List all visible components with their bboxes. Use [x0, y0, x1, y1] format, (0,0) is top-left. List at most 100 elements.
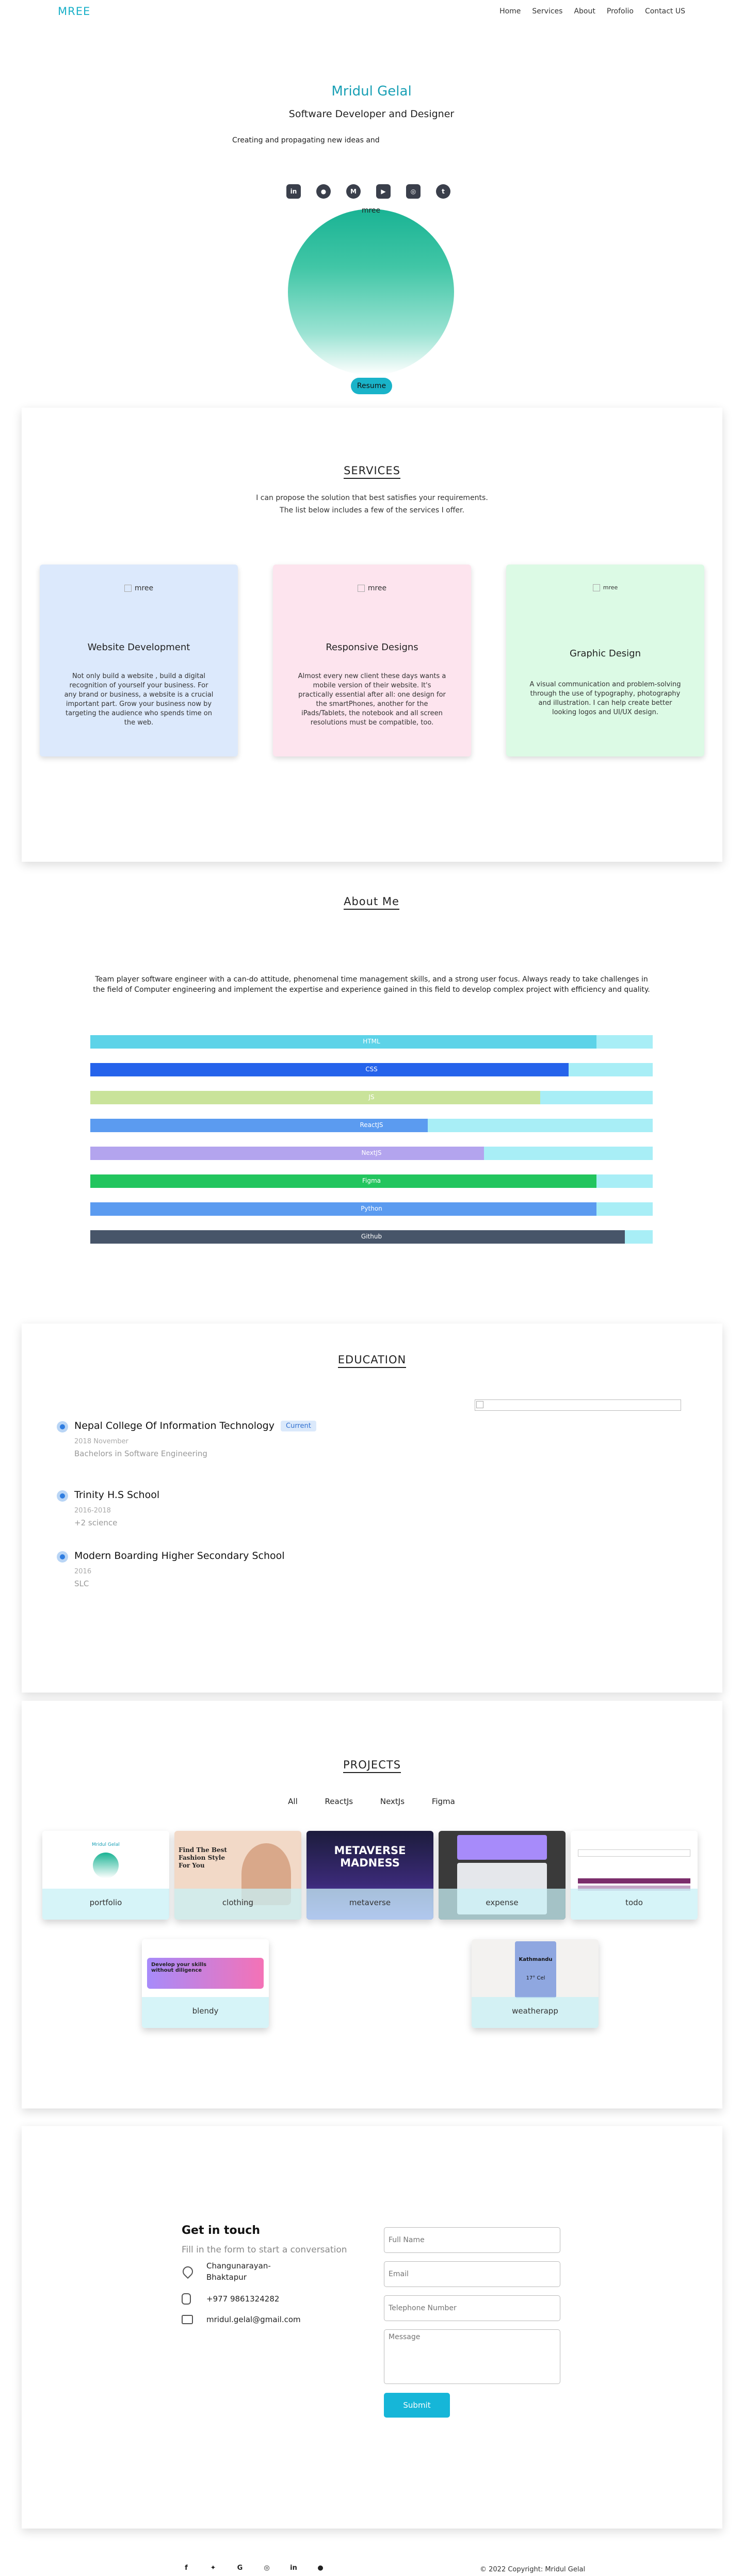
email-field[interactable] — [384, 2261, 560, 2287]
medium-icon[interactable]: M — [346, 184, 361, 199]
skill-bar-fill: CSS — [90, 1063, 569, 1076]
logo[interactable]: MREE — [58, 5, 90, 18]
nav-link-profolio[interactable]: Profolio — [607, 7, 634, 15]
full-name-field[interactable] — [384, 2227, 560, 2253]
nav-link-contact[interactable]: Contact US — [645, 7, 685, 15]
skill-bar-fill: JS — [90, 1091, 540, 1104]
location-pin-icon — [180, 2264, 196, 2279]
shot-avatar — [93, 1853, 119, 1878]
skill-bar-fill: Python — [90, 1202, 596, 1216]
skill-label: JS — [368, 1093, 375, 1101]
top-nav: MREE Home Services About Profolio Contac… — [0, 0, 743, 24]
message-field[interactable] — [384, 2329, 560, 2384]
shot-input — [578, 1849, 690, 1857]
github-icon[interactable]: ● — [316, 184, 331, 199]
service-image: mree — [273, 584, 471, 592]
project-filter-tabs: All ReactJs NextJs Figma — [0, 1797, 743, 1806]
skill-label: HTML — [363, 1038, 380, 1045]
linkedin-icon[interactable]: in — [286, 184, 301, 199]
service-card-web[interactable]: mree Website Development Not only build … — [40, 565, 238, 756]
resume-button[interactable]: Resume — [351, 378, 392, 394]
shot-heading: METAVERSE MADNESS — [334, 1844, 406, 1869]
tab-all[interactable]: All — [288, 1797, 298, 1806]
email-address: mridul.gelal@gmail.com — [206, 2315, 301, 2324]
linkedin-icon[interactable]: in — [289, 2564, 298, 2573]
copyright-name[interactable]: Mridul Gelal — [545, 2566, 585, 2573]
contact-phone: +977 9861324282 — [182, 2293, 336, 2307]
project-card-metaverse[interactable]: METAVERSE MADNESS metaverse — [306, 1831, 433, 1920]
service-card-responsive[interactable]: mree Responsive Designs Almost every new… — [273, 565, 471, 756]
shot-temp: 17° Cel — [526, 1975, 545, 1981]
education-section: EDUCATION — [22, 1324, 722, 1693]
twitter-icon[interactable]: t — [436, 184, 450, 199]
mail-icon — [182, 2315, 193, 2324]
skill-bar: Figma — [90, 1174, 653, 1188]
skill-label: ReactJS — [360, 1121, 383, 1129]
submit-button[interactable]: Submit — [384, 2393, 450, 2418]
projects-title: PROJECTS — [22, 1759, 722, 1773]
timeline-dot-icon — [57, 1421, 68, 1432]
tab-nextjs[interactable]: NextJs — [380, 1797, 405, 1806]
project-card-expense[interactable]: expense — [439, 1831, 566, 1920]
shot-city: Kathmandu — [519, 1957, 553, 1962]
skill-label: CSS — [365, 1066, 378, 1073]
hero-role: Software Developer and Designer — [288, 108, 455, 120]
shot-heading: Find The Best Fashion Style For You — [179, 1846, 227, 1869]
twitter-icon[interactable]: ✦ — [208, 2564, 218, 2573]
instagram-icon[interactable]: ◎ — [406, 184, 421, 199]
services-desc-line2: The list below includes a few of the ser… — [280, 506, 464, 514]
current-badge: Current — [281, 1421, 316, 1431]
hero-name: Mridul Gelal — [331, 84, 412, 99]
service-text: Not only build a website , build a digit… — [64, 672, 214, 727]
nav-link-about[interactable]: About — [574, 7, 595, 15]
services-title: SERVICES — [22, 464, 722, 479]
education-title: EDUCATION — [22, 1354, 722, 1368]
contact-address: Changunarayan- Bhaktapur — [180, 2261, 336, 2286]
education-date: 2018 November — [74, 1438, 128, 1445]
tab-reactjs[interactable]: ReactJs — [325, 1797, 353, 1806]
skill-bar-fill: HTML — [90, 1035, 596, 1049]
shot-weather-card: Kathmandu 17° Cel — [515, 1941, 556, 1998]
services-section: SERVICES I can propose the solution that… — [22, 408, 722, 862]
project-card-clothing[interactable]: Find The Best Fashion Style For You clot… — [174, 1831, 301, 1920]
nav-link-services[interactable]: Services — [532, 7, 562, 15]
copyright-text: © 2022 Copyright: — [480, 2566, 543, 2573]
project-label: clothing — [222, 1898, 254, 1907]
education-image — [475, 1399, 681, 1411]
github-icon[interactable]: ● — [316, 2564, 325, 2573]
skill-label: Github — [361, 1233, 382, 1240]
services-desc-line1: I can propose the solution that best sat… — [256, 494, 488, 502]
telephone-field[interactable] — [384, 2295, 560, 2321]
service-text: Almost every new client these days wants… — [298, 672, 446, 727]
project-card-portfolio[interactable]: Mridul Gelal portfolio — [42, 1831, 169, 1920]
instagram-icon[interactable]: ◎ — [262, 2564, 271, 2573]
avatar-alt-text: mree — [361, 206, 381, 215]
contact-section — [22, 2126, 722, 2529]
project-label: weatherapp — [512, 2006, 558, 2016]
nav-link-home[interactable]: Home — [499, 7, 521, 15]
project-label: blendy — [192, 2006, 219, 2016]
project-label: portfolio — [89, 1898, 122, 1907]
address-line1: Changunarayan- — [206, 2261, 271, 2271]
tab-figma[interactable]: Figma — [432, 1797, 455, 1806]
project-card-blendy[interactable]: Develop your skills without diligence bl… — [142, 1939, 269, 2028]
skill-bar: Github — [90, 1230, 653, 1244]
shot-heading: Mridul Gelal — [92, 1842, 120, 1847]
about-title: About Me — [0, 895, 743, 910]
education-date: 2016 — [74, 1568, 92, 1575]
service-card-graphic[interactable]: mree Graphic Design A visual communicati… — [506, 565, 704, 756]
social-links: in ● M ▶ ◎ t — [286, 184, 450, 199]
broken-image-icon — [476, 1401, 483, 1408]
shot-header-card — [457, 1835, 547, 1860]
education-degree: SLC — [74, 1579, 89, 1588]
project-card-weatherapp[interactable]: Kathmandu 17° Cel weatherapp — [472, 1939, 599, 2028]
project-label: expense — [486, 1898, 519, 1907]
hero-tagline: Creating and propagating new ideas and — [232, 136, 380, 144]
skill-label: NextJS — [361, 1149, 382, 1156]
skill-bar-fill: NextJS — [90, 1147, 484, 1160]
project-card-todo[interactable]: todo — [571, 1831, 698, 1920]
youtube-icon[interactable]: ▶ — [376, 184, 391, 199]
google-icon[interactable]: G — [235, 2564, 245, 2573]
education-degree: +2 science — [74, 1518, 118, 1527]
facebook-icon[interactable]: f — [182, 2564, 191, 2573]
